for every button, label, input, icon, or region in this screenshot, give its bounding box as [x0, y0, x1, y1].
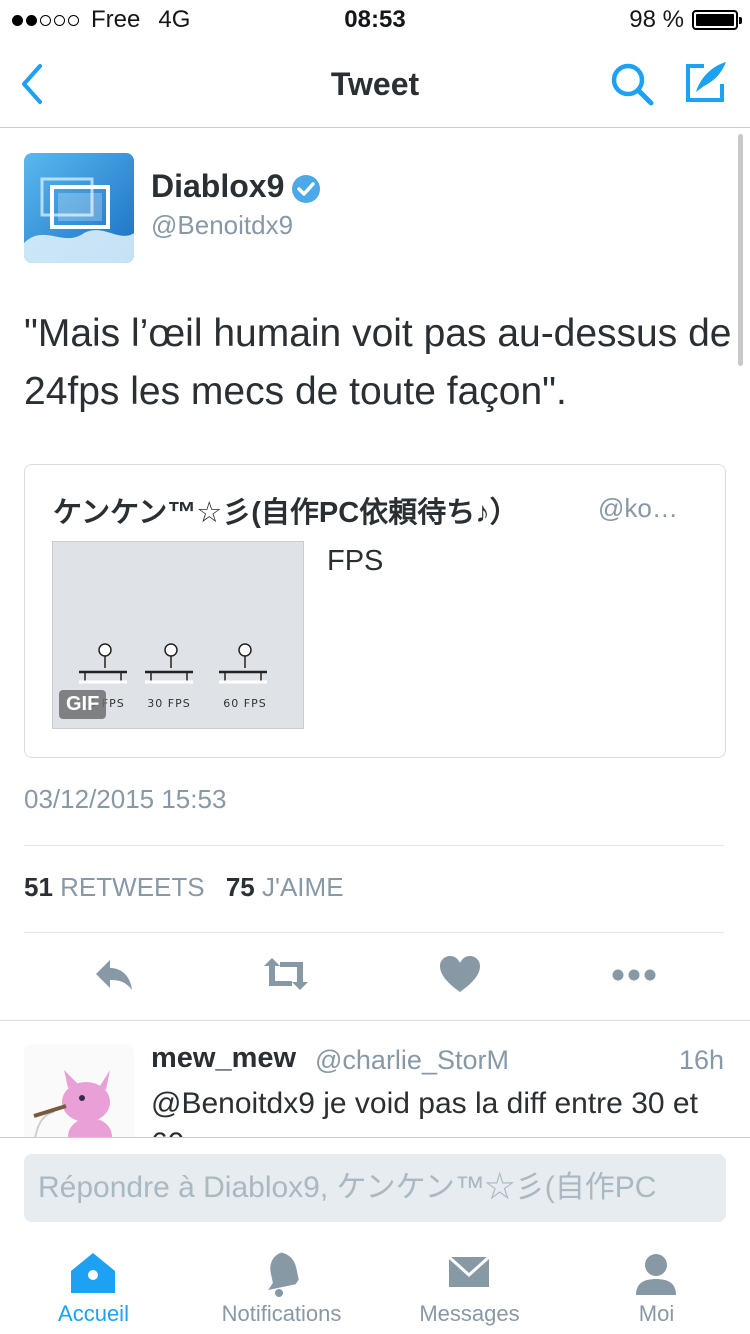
quote-text: FPS — [327, 545, 384, 577]
tab-profile[interactable]: Moi — [563, 1237, 750, 1334]
scrollbar[interactable] — [738, 134, 743, 366]
quote-author-handle: @ko… — [598, 493, 678, 523]
retweet-icon — [264, 958, 308, 990]
retweet-button[interactable] — [262, 950, 310, 998]
retweets-label[interactable]: RETWEETS — [60, 872, 204, 902]
author-avatar[interactable] — [24, 153, 134, 263]
tab-label: Moi — [638, 1301, 675, 1326]
tweet-actions — [0, 950, 750, 1000]
compose-button[interactable] — [682, 58, 730, 106]
tab-label: Accueil — [58, 1301, 129, 1326]
person-icon — [636, 1254, 676, 1295]
likes-label[interactable]: J'AIME — [262, 872, 344, 902]
compose-icon — [686, 62, 726, 102]
more-button[interactable] — [610, 950, 658, 998]
search-button[interactable] — [608, 60, 656, 108]
quote-gif-media[interactable]: 15 FPS 30 FPS 60 FPS GIF — [52, 541, 304, 729]
reply-input[interactable] — [24, 1154, 726, 1222]
bell-icon — [268, 1252, 299, 1297]
search-icon — [611, 63, 654, 106]
battery-percent: 98 % — [629, 6, 684, 33]
status-right: 98 % — [629, 6, 742, 34]
retweets-count[interactable]: 51 — [24, 872, 53, 902]
tweet-timestamp: 03/12/2015 15:53 — [24, 784, 227, 814]
author-handle[interactable]: @Benoitdx9 — [151, 210, 293, 241]
tab-notifications[interactable]: Notifications — [188, 1237, 375, 1334]
divider — [24, 845, 724, 846]
reply-text: @Benoitdx9 je void pas la diff entre 30 … — [151, 1087, 698, 1138]
more-dots-icon — [612, 969, 656, 981]
quoted-tweet[interactable]: ケンケン™☆彡(自作PC依頼待ち♪） @ko… FPS 30 FPS 60 FP… — [24, 464, 726, 758]
tab-bar: Accueil Notifications Messages Moi — [0, 1237, 750, 1334]
home-icon — [71, 1253, 115, 1293]
battery-icon — [692, 10, 742, 30]
tweet-text: "Mais l’œil humain voit pas au-dessus de… — [24, 312, 732, 413]
reply-time: 16h — [678, 1045, 724, 1075]
quote-author-name: ケンケン™☆彡(自作PC依頼待ち♪） — [53, 497, 519, 529]
divider — [0, 1020, 750, 1021]
reply-composer — [0, 1137, 750, 1237]
status-bar: Free 4G 08:53 98 % — [0, 0, 750, 40]
tab-label: Messages — [419, 1301, 520, 1326]
heart-icon — [440, 956, 480, 992]
tab-label: Notifications — [221, 1301, 342, 1326]
gif-label-2: 30 FPS — [147, 697, 190, 710]
reply-author-name[interactable]: mew_mew — [151, 1042, 296, 1075]
divider — [24, 932, 724, 933]
author-name[interactable]: Diablox9 — [151, 168, 284, 205]
like-button[interactable] — [436, 950, 484, 998]
gif-label-3: 60 FPS — [223, 697, 266, 710]
tab-messages[interactable]: Messages — [376, 1237, 563, 1334]
tweet-stats: 51 RETWEETS 75 J'AIME — [24, 872, 358, 903]
reply-author-handle[interactable]: @charlie_StorM — [315, 1045, 509, 1076]
reply-button[interactable] — [90, 950, 138, 998]
envelope-icon — [447, 1255, 491, 1287]
reply-icon — [96, 960, 132, 990]
nav-bar: Tweet — [0, 40, 750, 128]
likes-count[interactable]: 75 — [226, 872, 255, 902]
tab-home[interactable]: Accueil — [0, 1237, 187, 1334]
gif-badge: GIF — [59, 690, 107, 719]
verified-badge-icon — [292, 175, 320, 203]
